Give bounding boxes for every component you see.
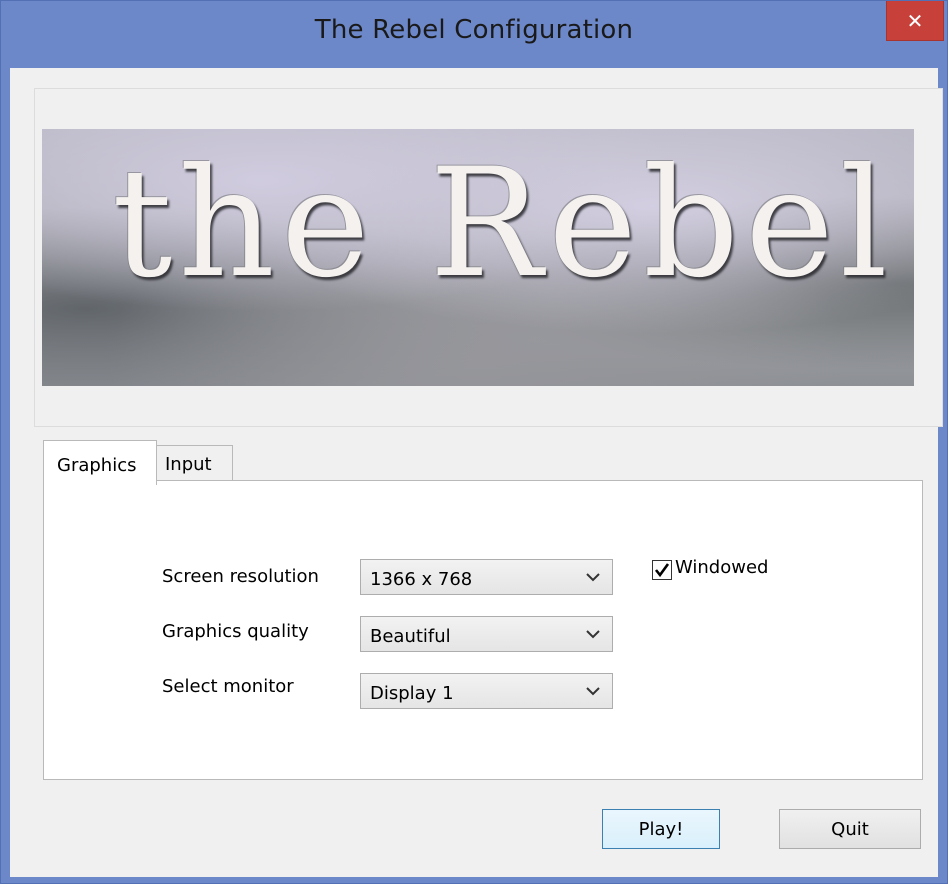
checkmark-icon xyxy=(654,563,670,578)
graphics-quality-value: Beautiful xyxy=(370,626,451,647)
close-button[interactable]: ✕ xyxy=(886,1,944,41)
tab-graphics[interactable]: Graphics xyxy=(43,440,157,485)
tab-input[interactable]: Input xyxy=(155,445,233,481)
select-monitor-select[interactable]: Display 1 xyxy=(360,673,613,709)
screen-resolution-label: Screen resolution xyxy=(162,566,319,587)
select-monitor-value: Display 1 xyxy=(370,683,454,704)
screen-resolution-select[interactable]: 1366 x 768 xyxy=(360,559,613,595)
chevron-down-icon xyxy=(586,573,600,582)
play-button[interactable]: Play! xyxy=(602,809,720,849)
chevron-down-icon xyxy=(586,687,600,696)
chevron-down-icon xyxy=(586,630,600,639)
title-bar[interactable]: The Rebel Configuration ✕ xyxy=(1,1,947,67)
tab-input-label: Input xyxy=(165,454,212,475)
windowed-label: Windowed xyxy=(675,557,769,578)
config-window: The Rebel Configuration ✕ the Rebel Inpu… xyxy=(0,0,948,884)
window-title: The Rebel Configuration xyxy=(314,15,634,45)
graphics-quality-select[interactable]: Beautiful xyxy=(360,616,613,652)
tab-graphics-label: Graphics xyxy=(57,455,137,476)
banner-image: the Rebel xyxy=(42,129,914,386)
select-monitor-label: Select monitor xyxy=(162,676,294,697)
banner-frame: the Rebel xyxy=(34,88,943,427)
graphics-quality-label: Graphics quality xyxy=(162,621,309,642)
quit-button[interactable]: Quit xyxy=(779,809,921,849)
close-icon: ✕ xyxy=(906,8,924,33)
graphics-tab-panel: Screen resolution 1366 x 768 Windowed Gr… xyxy=(43,480,923,780)
banner-logo-text: the Rebel xyxy=(112,137,894,311)
dialog-body: the Rebel Input Graphics Screen resoluti… xyxy=(10,68,943,877)
windowed-checkbox[interactable] xyxy=(652,560,672,580)
screen-resolution-value: 1366 x 768 xyxy=(370,569,473,590)
